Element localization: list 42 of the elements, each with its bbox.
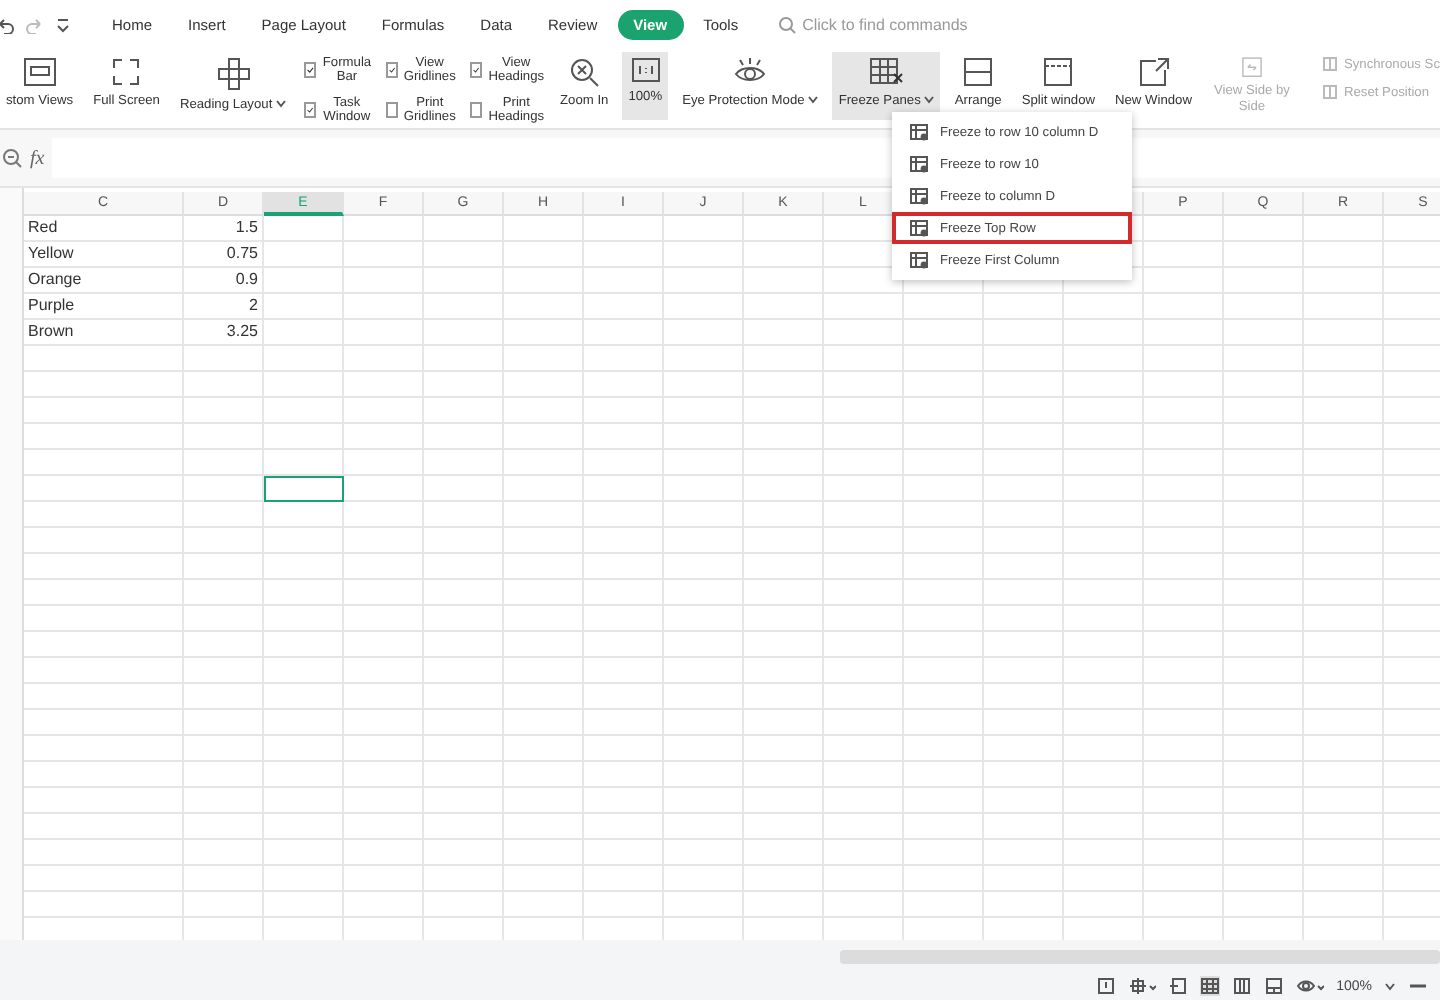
freeze-icon [908, 218, 930, 238]
window-icon [21, 56, 58, 88]
zoom-icon [2, 148, 22, 168]
cell-text: Orange [26, 268, 84, 292]
cross-layout-icon [215, 56, 252, 92]
page-break-icon [1232, 976, 1253, 996]
columns-icon [1321, 56, 1338, 72]
cell-text: Brown [26, 320, 76, 344]
freeze-icon [908, 122, 930, 142]
columns-icon [1321, 84, 1338, 100]
cell-text: 0.9 [233, 268, 260, 292]
split-window-icon [1042, 56, 1075, 88]
eye-icon [1296, 976, 1325, 996]
page-icon [1168, 976, 1189, 996]
stacked-windows-icon [962, 56, 995, 88]
crosshair-icon [1128, 976, 1157, 996]
magnifier-icon [568, 56, 601, 88]
cell-text: 3.25 [224, 320, 260, 344]
scrollbar[interactable] [840, 949, 1440, 963]
cell-text: Yellow [26, 242, 76, 266]
customize-icon [56, 15, 70, 33]
caret-icon [1384, 981, 1396, 991]
undo-icon [0, 15, 14, 33]
search-icon [778, 15, 797, 33]
cell-text: Purple [26, 294, 77, 318]
freeze-grid-icon [868, 56, 905, 88]
cell-text: 0.75 [224, 242, 260, 266]
function-label[interactable]: fx [30, 147, 45, 169]
freeze-icon [908, 250, 930, 270]
actual-size-icon [629, 56, 662, 84]
new-window-icon [1137, 56, 1170, 88]
normal-view-button[interactable] [1200, 976, 1221, 996]
layout-icon [1264, 976, 1285, 996]
cell-text: 1.5 [233, 216, 260, 240]
freeze-icon [908, 154, 930, 174]
expand-icon [110, 56, 143, 88]
cell-text: Red [26, 216, 60, 240]
square-icon [1096, 976, 1117, 996]
redo-icon [26, 15, 44, 33]
grid-icon [1200, 976, 1221, 996]
freeze-icon [908, 186, 930, 206]
cell-text: 2 [247, 294, 260, 318]
